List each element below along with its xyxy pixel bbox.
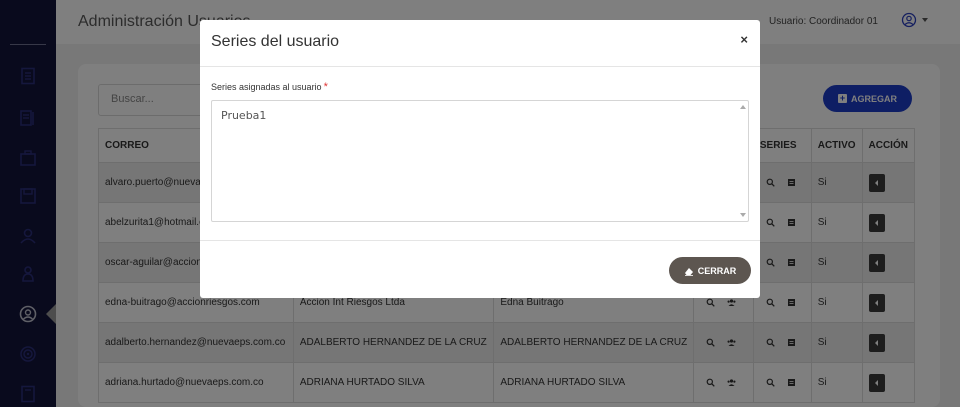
modal-title: Series del usuario [211,33,340,50]
eraser-icon [684,267,693,276]
close-icon[interactable]: × [740,32,748,47]
series-modal: Series del usuario × Series asignadas al… [200,20,760,298]
series-textarea-value: Prueba1 [221,109,267,122]
series-textarea[interactable]: Prueba1 [211,100,749,222]
scroll-down-icon[interactable] [740,213,746,217]
scroll-up-icon[interactable] [740,105,746,109]
series-field-label: Series asignadas al usuario * [211,81,328,93]
close-button[interactable]: CERRAR [669,257,751,284]
close-button-label: CERRAR [697,265,737,276]
modal-footer-divider [200,240,760,241]
required-mark: * [323,81,328,93]
series-field-label-text: Series asignadas al usuario [211,82,322,92]
modal-header: Series del usuario × [200,20,760,67]
